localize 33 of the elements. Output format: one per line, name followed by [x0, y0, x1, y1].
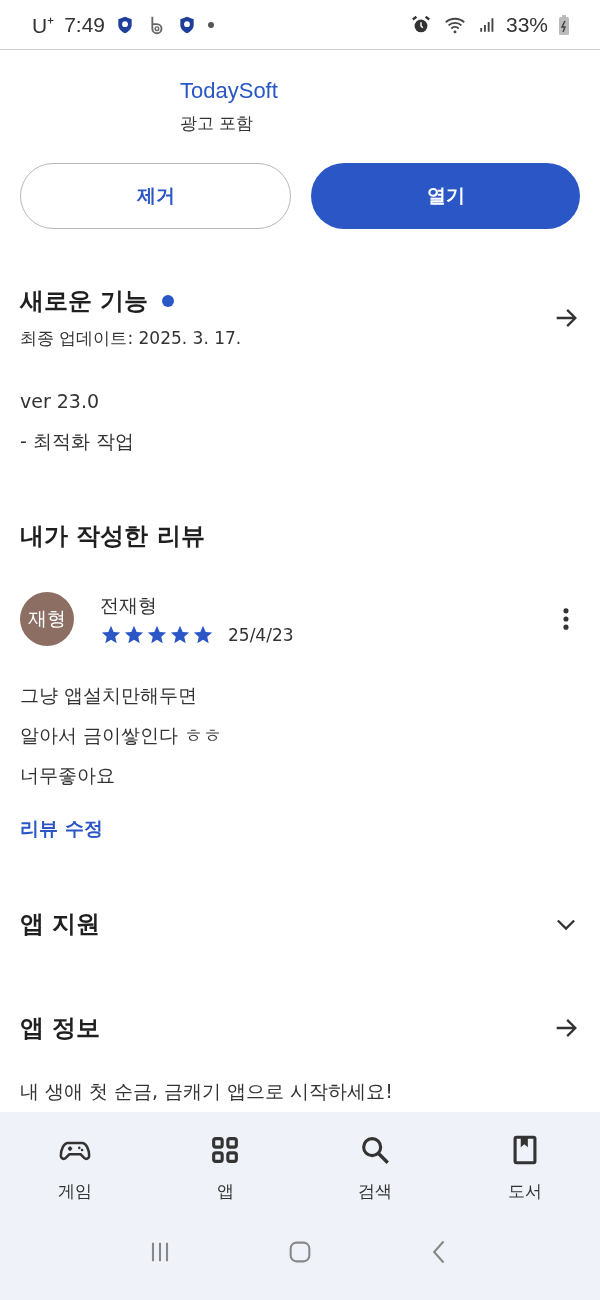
star-icon — [146, 624, 168, 646]
release-note: ver 23.0 — [20, 389, 101, 414]
star-icon — [192, 624, 214, 646]
release-note: - 최적화 작업 — [20, 429, 135, 454]
open-button[interactable]: 열기 — [311, 163, 580, 229]
reviewer-name: 전재형 — [100, 593, 158, 618]
nav-tab[interactable]: 게임 — [15, 1132, 135, 1203]
app-description: 내 생애 첫 순금, 금캐기 앱으로 시작하세요! — [20, 1079, 394, 1104]
battery-percent: 33% — [505, 12, 548, 37]
review-date: 25/4/23 — [228, 625, 294, 645]
carrier: U⁺ — [32, 12, 55, 39]
review-text: 알아서 금이쌓인다 ㅎㅎ — [20, 723, 224, 748]
edit-review-link[interactable]: 리뷰 수정 — [20, 816, 580, 842]
star-icon — [100, 624, 122, 646]
nav-tab[interactable]: 검색 — [315, 1132, 435, 1203]
avatar: 재형 — [20, 592, 74, 646]
developer-name[interactable]: TodaySoft — [180, 78, 580, 104]
section-title: 내가 작성한 리뷰 — [20, 521, 205, 552]
update-date: 최종 업데이트: 2025. 3. 17. — [20, 327, 242, 350]
battery-icon — [558, 13, 570, 36]
section-title: 앱 지원 — [20, 909, 101, 940]
nav-tab[interactable]: 도서 — [465, 1132, 585, 1203]
dot-icon — [207, 20, 216, 29]
review-text: 그냥 앱설치만해두면 — [20, 683, 199, 708]
uninstall-button[interactable]: 제거 — [20, 163, 291, 229]
nav-tab[interactable]: 앱 — [165, 1132, 285, 1203]
section-title: 앱 정보 — [20, 1013, 101, 1044]
star-icon — [123, 624, 145, 646]
section-title: 새로운 기능 — [20, 286, 149, 317]
star-icon — [169, 624, 191, 646]
clock: 7:49 — [64, 12, 106, 37]
ads-note: 광고 포함 — [180, 112, 255, 135]
review-text: 너무좋아요 — [20, 763, 116, 788]
